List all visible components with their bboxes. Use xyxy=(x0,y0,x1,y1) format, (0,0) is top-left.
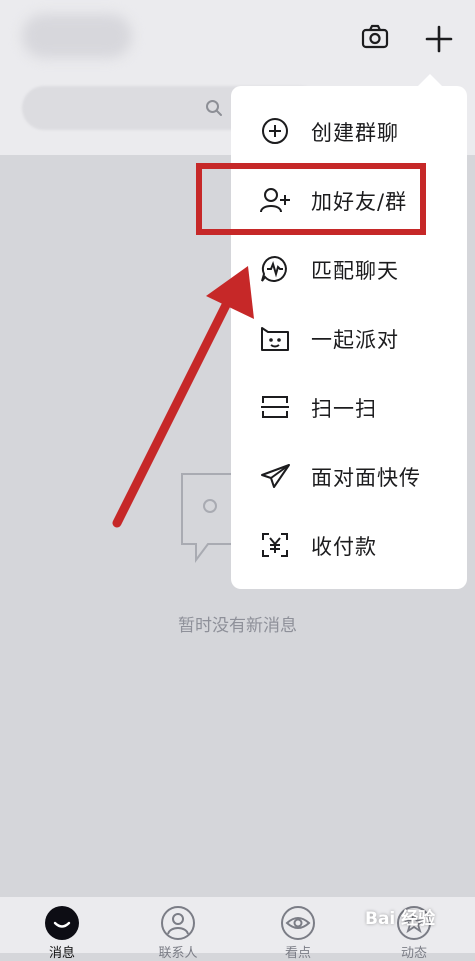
tab-label: 消息 xyxy=(48,946,75,961)
menu-item-label: 一起派对 xyxy=(311,328,399,352)
eye-tab-icon xyxy=(281,906,315,940)
menu-item-payment[interactable]: 收付款 xyxy=(231,517,467,573)
search-icon xyxy=(206,100,222,116)
party-icon xyxy=(261,327,289,351)
tab-label: 看点 xyxy=(284,946,311,961)
message-tab-icon xyxy=(45,906,79,940)
menu-item-party[interactable]: 一起派对 xyxy=(231,310,467,366)
annotation-highlight-box xyxy=(196,163,426,235)
blurred-avatar[interactable] xyxy=(22,14,132,58)
menu-caret xyxy=(418,74,442,86)
menu-item-match-chat[interactable]: 匹配聊天 xyxy=(231,241,467,297)
watermark: Bai 经验 xyxy=(365,909,436,929)
payment-icon xyxy=(262,533,288,557)
tab-label: 联系人 xyxy=(158,946,198,961)
tab-messages[interactable]: 消息 xyxy=(22,897,102,961)
face-to-face-transfer-icon xyxy=(261,464,290,488)
menu-item-label: 收付款 xyxy=(311,535,377,559)
contacts-tab-icon xyxy=(161,906,195,940)
plus-icon[interactable] xyxy=(422,22,456,56)
tab-contacts[interactable]: 联系人 xyxy=(138,897,218,961)
scan-icon xyxy=(261,396,289,418)
create-group-icon xyxy=(262,118,288,144)
menu-item-label: 匹配聊天 xyxy=(311,259,399,283)
menu-item-label: 面对面快传 xyxy=(311,466,421,490)
camera-icon[interactable] xyxy=(360,22,390,52)
empty-state-text: 暂时没有新消息 xyxy=(178,616,297,636)
menu-item-scan[interactable]: 扫一扫 xyxy=(231,379,467,435)
match-chat-icon xyxy=(261,255,287,282)
menu-item-create-group[interactable]: 创建群聊 xyxy=(231,103,467,159)
menu-item-face-to-face-transfer[interactable]: 面对面快传 xyxy=(231,448,467,504)
menu-item-label: 创建群聊 xyxy=(311,121,399,145)
menu-item-label: 扫一扫 xyxy=(311,397,377,421)
tab-label: 动态 xyxy=(400,946,427,961)
tab-discover[interactable]: 看点 xyxy=(258,897,338,961)
plus-dropdown-menu: 创建群聊 加好友/群 匹配聊天 一起派对 扫一扫 面对面快传 收付款 xyxy=(231,86,467,589)
